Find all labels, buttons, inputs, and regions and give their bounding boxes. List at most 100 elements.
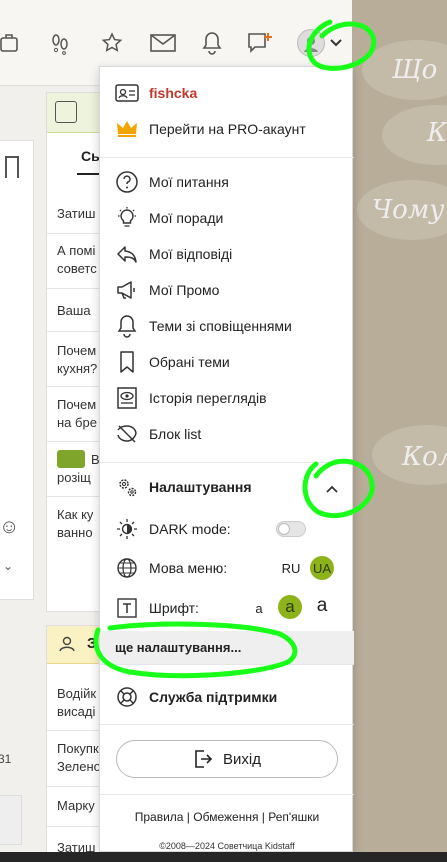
reply-arrow-icon — [115, 242, 139, 266]
settings-header[interactable]: Налаштування — [100, 469, 354, 505]
menu-label: Історія переглядів — [149, 390, 267, 406]
menu-label: Обрані теми — [149, 354, 230, 370]
menu-label: Теми зі сповіщеннями — [149, 318, 292, 334]
more-settings-link[interactable]: ще налаштування... — [115, 640, 241, 655]
font-label: Шрифт: — [149, 600, 199, 616]
menu-item-favorites[interactable]: Обрані теми — [100, 344, 354, 380]
list-item[interactable]: Затиш — [57, 206, 95, 221]
list-item[interactable]: советс — [57, 261, 97, 276]
background-decoration: Що К Чому Кол — [352, 0, 447, 862]
menu-label: Блок list — [149, 426, 202, 442]
footprints-icon[interactable] — [47, 30, 73, 56]
section-icon — [55, 101, 77, 123]
menu-language-label: Мова меню: — [149, 560, 228, 576]
more-settings-row[interactable]: ще налаштування... — [100, 631, 354, 664]
chevron-down-icon[interactable]: ⌄ — [3, 559, 13, 573]
bell-icon[interactable] — [199, 30, 225, 56]
menu-label: Мої питання — [149, 174, 229, 190]
question-circle-icon — [115, 170, 139, 194]
chevron-up-icon[interactable] — [325, 481, 339, 493]
section-header: З — [47, 626, 107, 664]
history-eye-icon — [115, 386, 139, 410]
user-icon — [59, 636, 75, 652]
block-icon — [115, 422, 139, 446]
megaphone-icon — [115, 278, 139, 302]
lightbulb-icon — [115, 206, 139, 230]
list-item[interactable]: ванно — [57, 525, 93, 540]
menu-item-promo[interactable]: Мої Промо — [100, 272, 354, 308]
list-item[interactable]: на бре — [57, 415, 97, 430]
list-item[interactable]: А помі — [57, 243, 95, 258]
mail-icon[interactable] — [150, 30, 176, 56]
support-label: Служба підтримки — [149, 689, 278, 705]
list-item[interactable]: висадi — [57, 704, 95, 719]
menu-item-history[interactable]: Історія переглядів — [100, 380, 354, 416]
menu-label: Мої поради — [149, 210, 224, 226]
menu-item-support[interactable]: Служба підтримки — [100, 679, 354, 715]
new-post-icon[interactable] — [247, 30, 273, 56]
username[interactable]: fishcka — [149, 85, 197, 101]
list-item[interactable]: кухня? — [57, 361, 97, 376]
dark-mode-row: DARK mode: — [100, 511, 354, 547]
left-side-panel: ☺ ⌄ — [0, 140, 34, 600]
list-item[interactable]: Покупк — [57, 741, 99, 756]
menu-label: Мої Промо — [149, 282, 220, 298]
gears-icon — [115, 475, 139, 499]
promo-badge-icon — [57, 450, 85, 468]
font-option-small[interactable]: a — [252, 598, 266, 618]
menu-item-notifications[interactable]: Теми зі сповіщеннями — [100, 308, 354, 344]
chevron-down-icon[interactable] — [327, 30, 345, 56]
list-item[interactable]: Водійк — [57, 686, 96, 701]
bookmark-icon[interactable] — [5, 156, 19, 178]
avatar[interactable] — [297, 29, 325, 57]
list-item[interactable]: Как ку — [57, 507, 93, 522]
bg-text: Що — [392, 55, 438, 85]
briefcase-icon[interactable] — [0, 30, 22, 56]
smile-icon[interactable]: ☺ — [0, 516, 19, 539]
settings-label: Налаштування — [149, 479, 252, 495]
id-card-icon — [115, 81, 139, 105]
date-badge: 31 — [0, 752, 12, 766]
copyright: ©2008—2024 Советчица Kidstaff — [159, 841, 295, 851]
list-item[interactable]: Марку — [57, 798, 95, 813]
thumbnail[interactable] — [0, 795, 22, 845]
font-option-large[interactable]: a — [313, 594, 331, 618]
menu-item-questions[interactable]: Мої питання — [100, 164, 354, 200]
font-size-icon — [115, 596, 139, 620]
pro-link[interactable]: Перейти на PRO-акаунт — [149, 121, 306, 137]
menu-item-profile[interactable]: fishcka — [100, 75, 354, 111]
dark-mode-toggle[interactable] — [276, 521, 306, 537]
list-item[interactable]: Почем — [57, 343, 96, 358]
list-item[interactable]: розіщ — [57, 470, 91, 485]
list-item[interactable]: Зелено — [57, 759, 101, 774]
user-dropdown-menu: fishcka Перейти на PRO-акаунт Мої питанн… — [99, 66, 354, 852]
star-icon[interactable] — [99, 30, 125, 56]
font-option-medium[interactable]: a — [278, 595, 302, 619]
menu-item-tips[interactable]: Мої поради — [100, 200, 354, 236]
lifebuoy-icon — [115, 685, 139, 709]
list-item[interactable]: Ваша — [57, 303, 91, 318]
globe-icon — [115, 556, 139, 580]
section-header — [47, 93, 107, 133]
menu-item-pro[interactable]: Перейти на PRO-акаунт — [100, 111, 354, 147]
section-title: З — [87, 635, 97, 652]
bg-text: Кол — [402, 442, 447, 472]
dark-mode-label: DARK mode: — [149, 521, 231, 537]
logout-button[interactable]: Вихід — [116, 740, 338, 778]
lang-option-ru[interactable]: RU — [279, 557, 303, 579]
menu-item-answers[interactable]: Мої відповіді — [100, 236, 354, 272]
bell-icon — [115, 314, 139, 338]
crown-icon — [115, 117, 139, 141]
footer-links[interactable]: Правила | Обмеження | Реп'яшки — [100, 810, 354, 824]
contrast-icon — [115, 517, 139, 541]
list-item[interactable]: Почем — [57, 397, 96, 412]
tab-today[interactable]: Сь — [81, 148, 100, 164]
lang-option-ua[interactable]: UA — [310, 556, 334, 580]
menu-label: Мої відповіді — [149, 246, 233, 262]
bottom-strip — [0, 852, 447, 862]
bg-text: Чому — [372, 195, 445, 225]
bookmark-icon — [115, 350, 139, 374]
logout-icon — [193, 749, 213, 769]
menu-item-blocklist[interactable]: Блок list — [100, 416, 354, 452]
logout-label: Вихід — [223, 750, 261, 768]
